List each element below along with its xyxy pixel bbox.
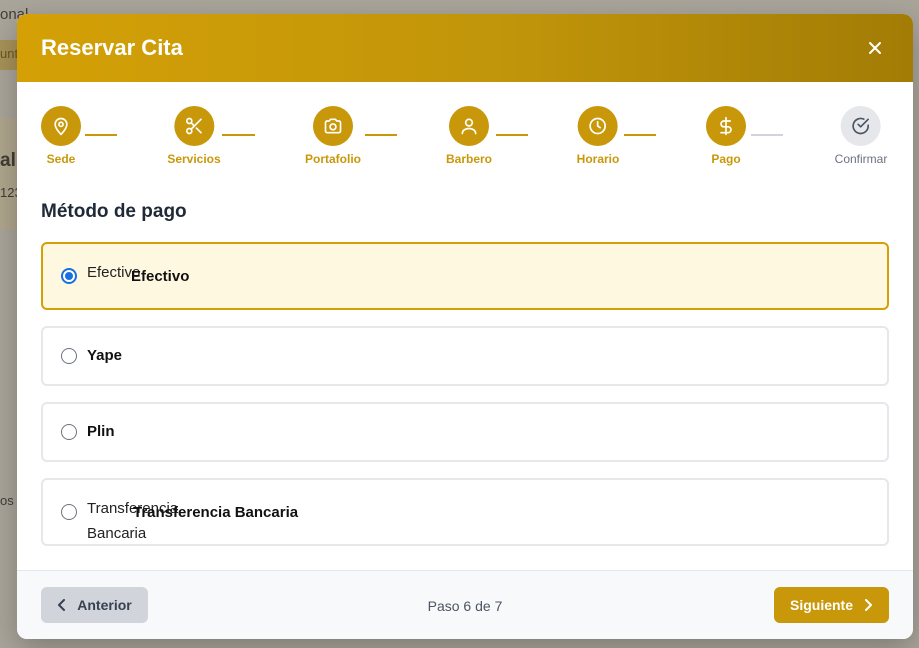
- step-connector: [222, 134, 255, 136]
- step-horario[interactable]: Horario: [576, 106, 620, 166]
- close-icon: [869, 42, 881, 54]
- step-label: Servicios: [167, 152, 221, 166]
- step-label: Barbero: [445, 152, 493, 166]
- step-connector: [751, 134, 783, 136]
- option-label: Efectivo: [131, 268, 190, 285]
- user-icon: [461, 118, 477, 135]
- step-servicios[interactable]: Servicios: [167, 106, 221, 166]
- payment-option-efectivo[interactable]: Efectivo Efectivo: [41, 242, 889, 310]
- option-label: Yape: [87, 347, 123, 364]
- step-barbero[interactable]: Barbero: [446, 106, 492, 166]
- option-label: Transferencia Bancaria: [133, 504, 299, 521]
- check-circle-icon: [852, 117, 870, 135]
- next-button-label: Siguiente: [789, 597, 853, 613]
- radio-button[interactable]: [61, 268, 77, 284]
- map-pin-icon: [54, 117, 68, 136]
- step-pago[interactable]: Pago: [706, 106, 746, 166]
- next-button[interactable]: Siguiente: [774, 587, 889, 623]
- payment-option-yape[interactable]: Yape: [41, 326, 889, 386]
- payment-option-transferencia[interactable]: Transferencia Bancaria Transferencia Ban…: [41, 478, 889, 546]
- step-connector: [624, 134, 656, 136]
- step-connector: [85, 134, 117, 136]
- step-label: Sede: [46, 152, 76, 166]
- step-label: Pago: [711, 152, 741, 166]
- step-confirmar[interactable]: Confirmar: [834, 106, 888, 166]
- chevron-right-icon: [865, 599, 872, 611]
- radio-button[interactable]: [61, 504, 77, 520]
- payment-option-plin[interactable]: Plin: [41, 402, 889, 462]
- scissors-icon: [185, 117, 202, 135]
- step-connector: [365, 134, 397, 136]
- step-label: Confirmar: [834, 152, 888, 166]
- step-label: Horario: [576, 152, 620, 166]
- modal-footer: Anterior Paso 6 de 7 Siguiente: [17, 570, 913, 639]
- dollar-icon: [720, 116, 732, 136]
- modal-header: Reservar Cita: [17, 14, 913, 82]
- radio-button[interactable]: [61, 348, 77, 364]
- step-connector: [496, 134, 528, 136]
- close-button[interactable]: [861, 34, 889, 62]
- step-label: Portafolio: [305, 152, 361, 166]
- modal-title: Reservar Cita: [41, 35, 183, 60]
- camera-icon: [324, 118, 342, 134]
- clock-icon: [589, 117, 607, 135]
- option-native-label: Bancaria: [87, 525, 147, 542]
- step-portafolio[interactable]: Portafolio: [305, 106, 361, 166]
- payment-method-title: Método de pago: [41, 201, 187, 222]
- option-label: Plin: [87, 423, 115, 440]
- step-sede[interactable]: Sede: [41, 106, 81, 166]
- radio-button[interactable]: [61, 424, 77, 440]
